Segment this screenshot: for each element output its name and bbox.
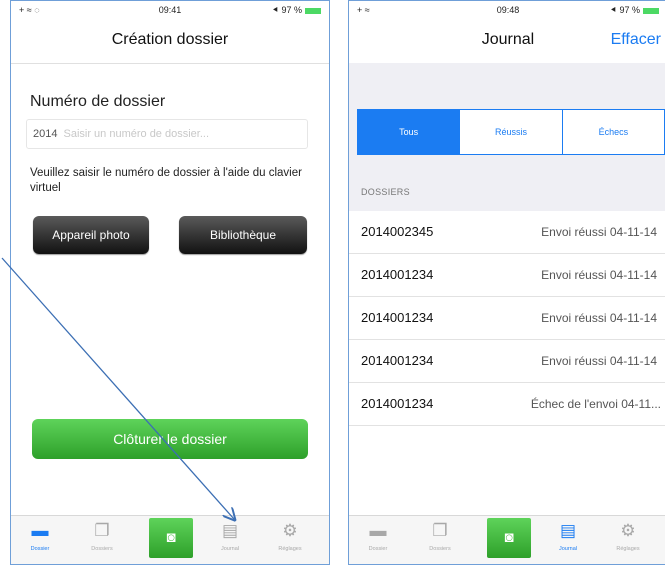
battery-text: ⯇ 97 % <box>609 5 640 15</box>
tab-dossiers[interactable]: ❐ Dossiers <box>81 522 123 562</box>
tab-settings[interactable]: ⚙ Réglages <box>269 522 311 562</box>
segment-success[interactable]: Réussis <box>459 110 561 154</box>
tab-label: Journal <box>558 546 578 552</box>
battery-text: ⯇ 97 % <box>271 5 302 15</box>
tab-label: Réglages <box>616 546 640 552</box>
status-battery: ⯇ 97 % <box>272 5 321 16</box>
field-label: Numéro de dossier <box>30 93 166 110</box>
pages-icon: ❐ <box>432 521 448 540</box>
tab-dossiers[interactable]: ❐ Dossiers <box>419 522 461 562</box>
nav-divider <box>11 63 329 64</box>
segment-all[interactable]: Tous <box>358 110 460 154</box>
section-header: DOSSIERS <box>361 187 410 197</box>
tab-dossier[interactable]: ▬ Dossier <box>19 522 61 562</box>
status-battery: ⯇ 97 % <box>610 5 659 16</box>
input-placeholder: Saisir un numéro de dossier... <box>63 128 210 140</box>
list-item[interactable]: 2014002345 Envoi réussi 04-11-14 <box>349 211 665 254</box>
creation-screen: + ≈ ◌ 09:41 ⯇ 97 % Création dossier Numé… <box>10 0 330 565</box>
segment-failure[interactable]: Échecs <box>561 110 664 154</box>
page-title: Création dossier <box>111 31 229 48</box>
library-button[interactable]: Bibliothèque <box>179 216 307 254</box>
dossier-status: Envoi réussi 04-11-14 <box>541 311 657 325</box>
dossier-list: 2014002345 Envoi réussi 04-11-14 2014001… <box>349 211 665 426</box>
list-item[interactable]: 2014001234 Échec de l'envoi 04-11... <box>349 383 665 426</box>
battery-icon <box>643 7 659 14</box>
list-item[interactable]: 2014001234 Envoi réussi 04-11-14 <box>349 254 665 297</box>
dossier-number-input[interactable]: 2014 Saisir un numéro de dossier... <box>26 119 308 149</box>
dossier-status: Envoi réussi 04-11-14 <box>541 354 657 368</box>
tab-journal[interactable]: ▤ Journal <box>547 522 589 562</box>
segmented-control: Tous Réussis Échecs <box>357 109 665 155</box>
status-bar: + ≈ 09:48 ⯇ 97 % <box>349 1 665 21</box>
tab-label: Réglages <box>278 546 302 552</box>
close-dossier-button[interactable]: Clôturer le dossier <box>32 419 308 459</box>
dossier-id: 2014001234 <box>361 310 434 325</box>
tab-label: Dossiers <box>429 546 451 552</box>
journal-screen: + ≈ 09:48 ⯇ 97 % Journal Effacer Tous Ré… <box>348 0 665 565</box>
list-item[interactable]: 2014001234 Envoi réussi 04-11-14 <box>349 340 665 383</box>
tab-bar: ▬ Dossier ❐ Dossiers ◙ ▤ Journal ⚙ Régla… <box>349 515 665 564</box>
gear-icon: ⚙ <box>620 521 636 540</box>
clear-button[interactable]: Effacer <box>611 31 661 49</box>
camera-icon: ◙ <box>504 529 514 546</box>
tab-settings[interactable]: ⚙ Réglages <box>607 522 649 562</box>
dossier-id: 2014001234 <box>361 396 434 411</box>
gear-icon: ⚙ <box>282 521 298 540</box>
tab-label: Dossier <box>368 546 388 552</box>
list-item[interactable]: 2014001234 Envoi réussi 04-11-14 <box>349 297 665 340</box>
journal-icon: ▤ <box>559 521 577 540</box>
dossier-status: Envoi réussi 04-11-14 <box>541 225 657 239</box>
camera-icon: ◙ <box>166 529 176 546</box>
help-text: Veuillez saisir le numéro de dossier à l… <box>30 167 302 194</box>
dossier-id: 2014001234 <box>361 353 434 368</box>
tab-label: Dossier <box>30 546 50 552</box>
dossier-status: Envoi réussi 04-11-14 <box>541 268 657 282</box>
journal-icon: ▤ <box>221 521 239 540</box>
tab-label: Dossiers <box>91 546 113 552</box>
tab-journal[interactable]: ▤ Journal <box>209 522 251 562</box>
dossier-status: Échec de l'envoi 04-11... <box>530 397 661 411</box>
pages-icon: ❐ <box>94 521 110 540</box>
tab-camera[interactable]: ◙ <box>149 518 193 558</box>
input-value: 2014 <box>33 128 58 140</box>
status-bar: + ≈ ◌ 09:41 ⯇ 97 % <box>11 1 329 21</box>
tab-camera[interactable]: ◙ <box>487 518 531 558</box>
tab-label: Journal <box>220 546 240 552</box>
tray-icon: ▬ <box>31 521 49 540</box>
battery-icon <box>305 7 321 14</box>
camera-button[interactable]: Appareil photo <box>33 216 149 254</box>
dossier-id: 2014002345 <box>361 224 434 239</box>
tray-icon: ▬ <box>369 521 387 540</box>
tab-dossier[interactable]: ▬ Dossier <box>357 522 399 562</box>
dossier-id: 2014001234 <box>361 267 434 282</box>
tab-bar: ▬ Dossier ❐ Dossiers ◙ ▤ Journal ⚙ Régla… <box>11 515 329 564</box>
